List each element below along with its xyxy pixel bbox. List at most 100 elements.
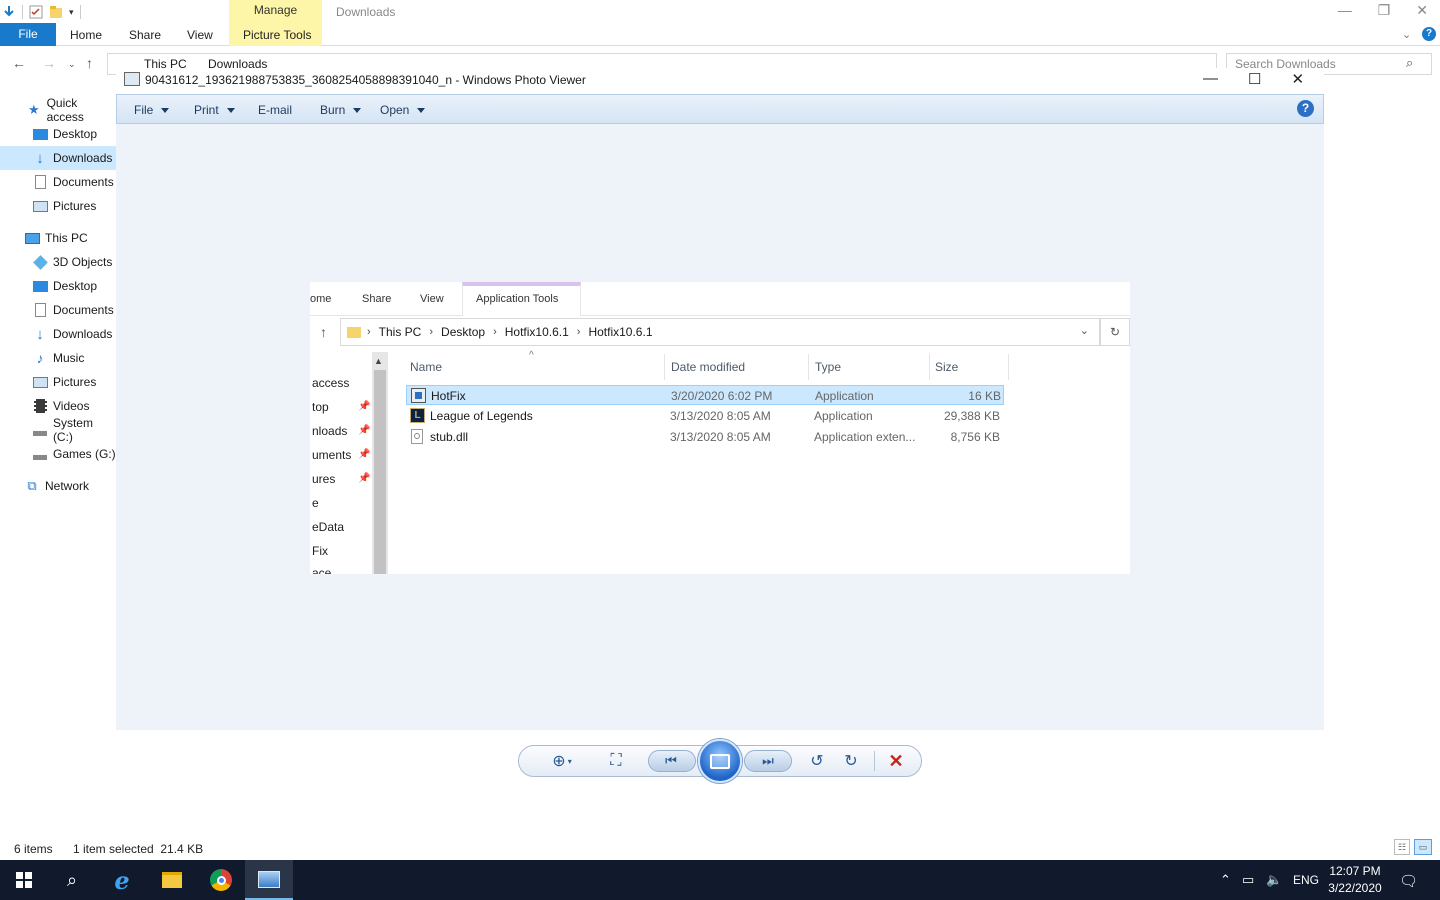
- photo-viewer-icon: [258, 870, 280, 888]
- folder-icon: [347, 326, 361, 338]
- image-nav-item: ace: [312, 566, 332, 574]
- nav-videos[interactable]: Videos: [0, 394, 116, 418]
- start-button[interactable]: [0, 860, 48, 900]
- file-date: 3/20/2020 6:02 PM: [671, 389, 773, 403]
- tab-share[interactable]: Share: [129, 28, 161, 42]
- details-view-icon[interactable]: ☷: [1394, 839, 1410, 855]
- new-folder-icon[interactable]: [49, 5, 63, 19]
- image-tab-share: Share: [362, 293, 392, 305]
- ribbon-expand-icon[interactable]: ⌄: [1402, 28, 1411, 41]
- tab-home[interactable]: Home: [70, 28, 102, 42]
- sort-arrow-icon: ^: [529, 350, 534, 361]
- properties-icon[interactable]: [29, 5, 43, 19]
- up-icon[interactable]: ↑: [86, 55, 93, 71]
- pin-icon: 📌: [358, 425, 371, 436]
- maximize-icon[interactable]: ☐: [1248, 70, 1261, 88]
- nav-games-g[interactable]: Games (G:): [0, 442, 116, 466]
- minimize-icon[interactable]: —: [1338, 2, 1352, 19]
- image-nav-item: uments: [312, 448, 352, 462]
- show-hidden-icons-icon[interactable]: ⌃: [1220, 872, 1231, 888]
- computer-icon: [24, 230, 40, 246]
- menu-open[interactable]: Open: [380, 103, 426, 117]
- help-icon[interactable]: ?: [1422, 27, 1436, 41]
- close-icon[interactable]: ✕: [1291, 70, 1304, 88]
- rotate-clockwise-icon[interactable]: ↻: [840, 751, 862, 771]
- menu-print[interactable]: Print: [194, 103, 235, 117]
- nav-3d-objects[interactable]: 3D Objects: [0, 250, 116, 274]
- nav-pc-pictures[interactable]: Pictures: [0, 370, 116, 394]
- nav-label: Desktop: [53, 127, 98, 141]
- nav-pc-downloads[interactable]: ↓ Downloads: [0, 322, 116, 346]
- menu-burn[interactable]: Burn: [320, 103, 362, 117]
- qat-divider-2: [79, 5, 81, 19]
- nav-system-c[interactable]: System (C:): [0, 416, 116, 444]
- image-crumb: Desktop: [441, 325, 486, 339]
- search-button[interactable]: ⌕: [48, 860, 96, 900]
- taskbar-file-explorer[interactable]: [148, 860, 196, 900]
- image-col-date: Date modified: [671, 360, 746, 374]
- manage-tab[interactable]: Manage: [229, 3, 322, 17]
- file-date: 3/13/2020 8:05 AM: [670, 409, 771, 423]
- nav-network[interactable]: ⧉ Network: [0, 474, 116, 498]
- recent-locations-icon[interactable]: ⌄: [68, 59, 76, 70]
- image-nav-pane: access top 📌 nloads 📌 uments 📌 ures 📌 e …: [310, 352, 372, 574]
- restore-icon[interactable]: ❐: [1378, 2, 1391, 19]
- rotate-counterclockwise-icon[interactable]: ↺: [806, 751, 828, 771]
- qat-customize-icon[interactable]: ▾: [69, 7, 74, 18]
- nav-this-pc[interactable]: This PC: [0, 226, 116, 250]
- nav-label: Pictures: [53, 199, 97, 213]
- document-icon: [32, 174, 48, 190]
- previous-icon[interactable]: ⏮: [660, 751, 682, 771]
- photo-viewer-window-controls: — ☐ ✕: [1203, 70, 1304, 88]
- nav-documents[interactable]: Documents: [0, 170, 116, 194]
- nav-pc-desktop[interactable]: Desktop: [0, 274, 116, 298]
- music-icon: ♪: [36, 350, 44, 366]
- taskbar-photo-viewer[interactable]: [245, 860, 293, 900]
- input-language[interactable]: ENG: [1293, 873, 1319, 887]
- image-nav-item: access: [312, 376, 350, 390]
- image-crumb: This PC: [378, 325, 422, 339]
- pin-icon: 📌: [358, 473, 371, 484]
- slideshow-button[interactable]: [698, 739, 742, 783]
- nav-music[interactable]: ♪ Music: [0, 346, 116, 370]
- large-icons-view-icon[interactable]: ▭: [1414, 839, 1432, 855]
- tab-view[interactable]: View: [187, 28, 213, 42]
- help-icon[interactable]: ?: [1297, 100, 1314, 117]
- col-separator: [808, 354, 809, 380]
- image-nav-item: eData: [312, 520, 345, 534]
- nav-downloads[interactable]: ↓ Downloads: [0, 146, 116, 170]
- minimize-icon[interactable]: —: [1203, 70, 1218, 88]
- delete-icon[interactable]: ✕: [885, 751, 907, 771]
- next-icon[interactable]: ⏭: [757, 751, 779, 771]
- menu-file[interactable]: File: [134, 103, 170, 117]
- actual-size-icon[interactable]: ⛶: [605, 751, 627, 771]
- tab-picture-tools[interactable]: Picture Tools: [243, 28, 311, 42]
- volume-icon[interactable]: 🔈: [1266, 872, 1282, 888]
- toolbar-divider: [874, 751, 875, 771]
- internet-explorer-icon: e: [114, 865, 130, 895]
- image-col-size: Size: [935, 360, 959, 374]
- star-icon: ★: [27, 102, 40, 117]
- menu-email[interactable]: E-mail: [258, 103, 292, 117]
- file-tab[interactable]: File: [0, 23, 56, 46]
- quick-access-toolbar: ▾: [0, 0, 81, 24]
- zoom-icon[interactable]: ⊕ ▾: [547, 751, 577, 771]
- notifications-icon[interactable]: 🗨: [1399, 872, 1418, 890]
- image-crumb: Hotfix10.6.1: [588, 325, 653, 339]
- clock[interactable]: 12:07 PM 3/22/2020: [1322, 863, 1388, 897]
- taskbar-chrome[interactable]: [197, 860, 245, 900]
- forward-icon[interactable]: →: [42, 55, 56, 71]
- back-icon[interactable]: ←: [12, 55, 26, 71]
- nav-pc-documents[interactable]: Documents: [0, 298, 116, 322]
- network-icon[interactable]: ▭: [1242, 872, 1254, 888]
- search-icon: ⌕: [1406, 55, 1414, 70]
- download-arrow-icon[interactable]: [2, 5, 16, 19]
- taskbar-internet-explorer[interactable]: e: [98, 860, 146, 900]
- download-icon: ↓: [36, 149, 44, 167]
- nav-desktop[interactable]: Desktop: [0, 122, 116, 146]
- pictures-icon: [32, 374, 48, 390]
- nav-label: Network: [45, 479, 90, 493]
- close-icon[interactable]: ✕: [1416, 2, 1428, 19]
- nav-quick-access[interactable]: ★ Quick access: [0, 96, 116, 124]
- nav-pictures[interactable]: Pictures: [0, 194, 116, 218]
